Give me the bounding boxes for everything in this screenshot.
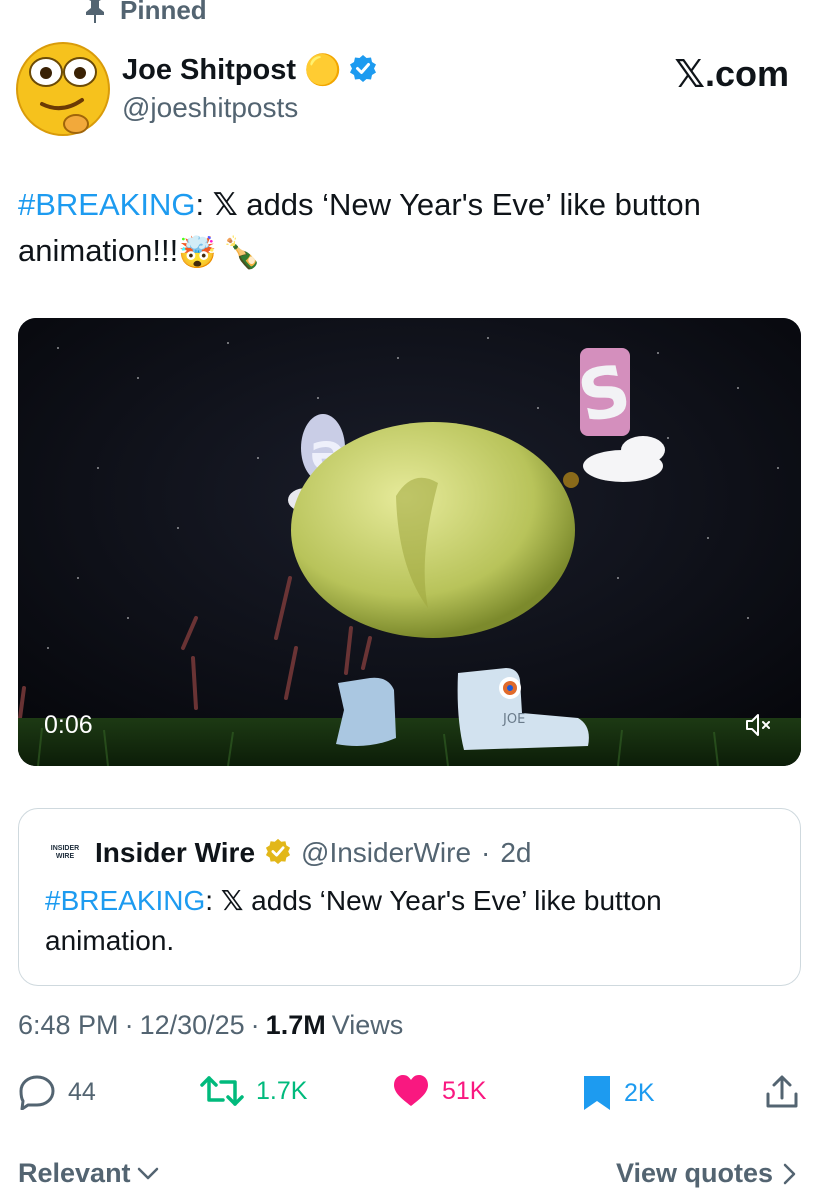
hashtag-link[interactable]: #BREAKING (18, 187, 195, 222)
insider-wire-logo-icon: INSIDER WIRE (45, 841, 85, 865)
tweet-date[interactable]: 12/30/25 (140, 1010, 245, 1041)
view-quotes-label: View quotes (615, 1158, 773, 1188)
tweet-colon: : (195, 187, 205, 222)
chevron-right-icon (783, 1163, 796, 1184)
repost-count: 1.7K (256, 1076, 308, 1105)
video-frame: ə S JOE (18, 318, 801, 766)
quote-separator: · (481, 837, 491, 868)
video-duration: 0:06 (44, 711, 93, 739)
reply-icon (19, 1075, 55, 1110)
quote-tweet-card[interactable]: INSIDER WIRE Insider Wire @InsiderWire ·… (18, 808, 801, 986)
repost-icon (200, 1076, 244, 1106)
name-emoji-badge: 🟡 (304, 53, 342, 87)
author-handle[interactable]: @joeshitposts (122, 92, 377, 124)
quote-logo-bottom: WIRE (55, 853, 75, 860)
sort-dropdown[interactable]: Relevant (18, 1158, 159, 1189)
tweet-line-2: animation!!! (18, 233, 179, 268)
mute-icon[interactable] (745, 712, 775, 738)
quote-line-2: animation. (45, 925, 175, 956)
bookmark-icon (584, 1076, 610, 1110)
like-count: 51K (442, 1076, 487, 1105)
tweet-text: #BREAKING: 𝕏 adds ‘New Year's Eve’ like … (18, 182, 798, 276)
sort-label: Relevant (18, 1158, 131, 1188)
reply-button[interactable]: 44 (18, 1074, 96, 1110)
gold-verified-badge-icon (265, 838, 291, 869)
heart-icon (394, 1075, 428, 1106)
meta-separator: · (250, 1010, 260, 1040)
meta-separator: · (124, 1010, 134, 1040)
verified-badge-icon (349, 54, 377, 87)
bookmark-count: 2K (624, 1078, 655, 1107)
x-logo-icon: 𝕏 (674, 52, 705, 96)
shoe-label: JOE (502, 712, 525, 727)
brand-logo: 𝕏 .com (674, 52, 789, 96)
bookmark-button[interactable]: 2K (582, 1074, 655, 1112)
quote-line-1: adds ‘New Year's Eve’ like button (243, 885, 662, 916)
quote-time: 2d (500, 837, 532, 868)
author-block: Joe Shitpost 🟡 @joeshitposts (122, 50, 377, 124)
video-player[interactable]: ə S JOE 0:06 (18, 318, 801, 766)
tweet-meta: 6:48 PM · 12/30/25 · 1.7M Views (18, 1010, 403, 1041)
like-button[interactable]: 51K (392, 1074, 486, 1108)
champagne-emoji-icon: 🍾 (222, 234, 262, 270)
quote-text: #BREAKING: 𝕏 adds ‘New Year's Eve’ like … (45, 881, 765, 961)
views-label: Views (331, 1010, 404, 1040)
quote-logo-top: INSIDER (50, 845, 80, 852)
brand-suffix: .com (704, 53, 789, 94)
chevron-down-icon (137, 1167, 158, 1179)
tweet-line-1: adds ‘New Year's Eve’ like button (237, 187, 701, 222)
views-count: 1.7M (265, 1010, 326, 1040)
quote-hashtag-link[interactable]: #BREAKING (45, 885, 205, 916)
author-name[interactable]: Joe Shitpost (122, 54, 296, 87)
quote-header: INSIDER WIRE Insider Wire @InsiderWire ·… (45, 837, 532, 869)
share-icon (766, 1075, 798, 1108)
x-glyph: 𝕏 (212, 187, 238, 223)
quote-author-handle: @InsiderWire (301, 837, 472, 868)
tweet-time[interactable]: 6:48 PM (18, 1010, 119, 1041)
reply-count: 44 (68, 1077, 96, 1106)
quote-author-name: Insider Wire (95, 837, 256, 868)
quote-x-glyph: 𝕏 (220, 884, 244, 917)
share-button[interactable] (764, 1074, 800, 1110)
pin-icon (84, 0, 106, 23)
exploding-head-emoji-icon: 🤯 (178, 234, 217, 270)
quote-colon: : (205, 885, 214, 916)
view-quotes-link[interactable]: View quotes (616, 1158, 797, 1189)
avatar[interactable] (16, 42, 110, 136)
repost-button[interactable]: 1.7K (200, 1074, 307, 1108)
pinned-label: Pinned (120, 0, 207, 25)
pinned-indicator: Pinned (84, 0, 207, 26)
